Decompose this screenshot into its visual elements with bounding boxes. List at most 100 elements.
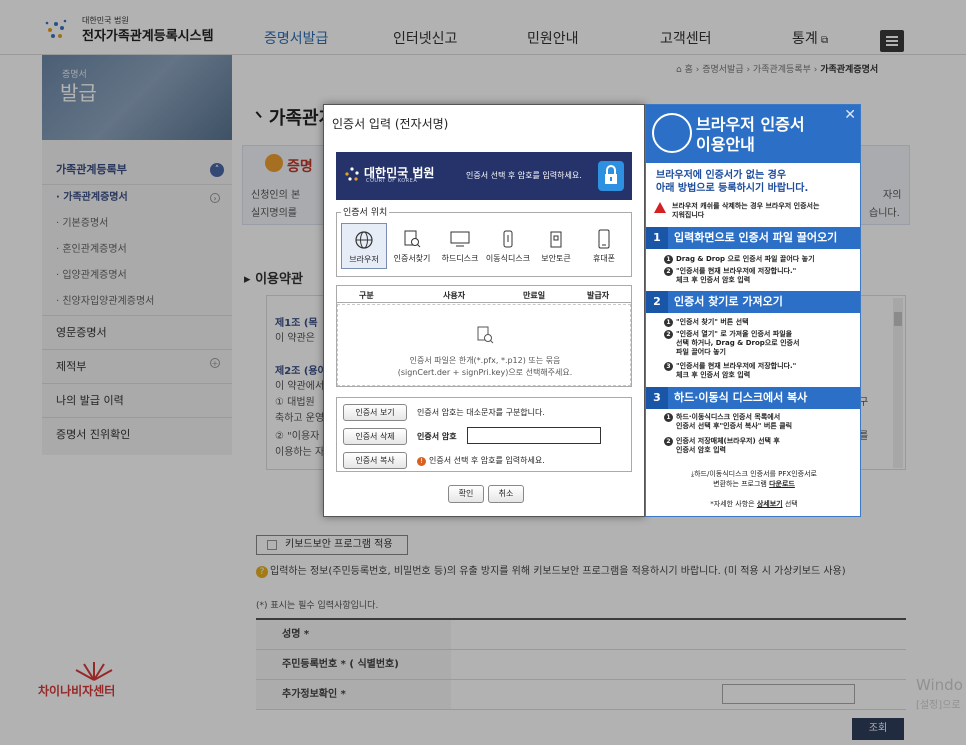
page: 대한민국 법원 전자가족관계등록시스템 증명서발급 인터넷신고 민원안내 고객센…: [0, 0, 966, 745]
guide-step-3a-line1: 하드·이동식디스크 인증서 목록에서: [676, 413, 781, 421]
location-label: 인증서찾기: [393, 254, 431, 263]
location-browser[interactable]: 브라우저: [341, 223, 387, 269]
phone-icon: [598, 229, 610, 249]
guide-header: 브라우저 인증서 이용안내 ✕: [646, 105, 860, 163]
location-cert-search[interactable]: 인증서찾기: [389, 223, 435, 269]
guide-step-1-title: 입력화면으로 인증서 파일 끌어오기: [674, 231, 838, 244]
guide-warning-line2: 지워집니다: [672, 211, 705, 219]
guide-step-1a: 1 Drag & Drop 으로 인증서 파일 끌어다 놓기: [664, 255, 815, 264]
detail-link[interactable]: 상세보기: [757, 500, 783, 508]
col-user: 사용자: [443, 291, 466, 300]
guide-step-2b-line1: "인증서 열기" 로 가져올 인증서 파일을: [676, 330, 793, 338]
guide-subtitle-line2: 아래 방법으로 등록하시기 바랍니다.: [656, 183, 809, 194]
guide-step-2: 2 인증서 찾기로 가져오기: [646, 291, 860, 313]
banner-message: 인증서 선택 후 암호를 입력하세요.: [466, 171, 582, 180]
court-logo-icon: [345, 167, 359, 181]
guide-step-2-title: 인증서 찾기로 가져오기: [674, 295, 783, 308]
col-issuer: 발급자: [587, 291, 610, 300]
guide-step-1b: 2 "인증서를 현재 브라우저에 저장합니다." 체크 후 인증서 암호 입력: [664, 267, 797, 285]
select-note: ! 인증서 선택 후 암호를 입력하세요.: [417, 455, 545, 466]
cert-action-area: 인증서 보기 인증서 암호는 대소문자를 구분합니다. 인증서 삭제 인증서 암…: [336, 397, 632, 472]
cert-list-table: 구분 사용자 만료일 발급자 인증서 파일은 한개(*.pfx, *.p12) …: [336, 285, 632, 387]
cert-password-input[interactable]: [467, 427, 601, 444]
monitor-icon: [450, 231, 470, 247]
drop-hint-line2: (signCert.der + signPri.key)으로 선택해주세요.: [397, 368, 573, 377]
copy-cert-button[interactable]: 인증서 복사: [343, 452, 407, 469]
location-label: 이동식디스크: [485, 254, 531, 263]
delete-cert-button[interactable]: 인증서 삭제: [343, 428, 407, 445]
guide-step-3b-line1: 인증서 저장매체(브라우저) 선택 후: [676, 437, 780, 445]
guide-step-1b-line2: 체크 후 인증서 암호 입력: [676, 276, 751, 284]
location-removable-disk[interactable]: 이동식디스크: [485, 223, 531, 269]
guide-step-2c-line2: 체크 후 인증서 암호 입력: [676, 371, 751, 379]
location-mobile[interactable]: 휴대폰: [581, 223, 627, 269]
cert-dialog: 인증서 입력 (전자서명) 대한민국 법원 COURT OF KOREA 인증서…: [323, 104, 645, 517]
guide-step-2b-line3: 파일 끌어다 놓기: [676, 348, 726, 356]
guide-download-note-2: 변환하는 프로그램 다운로드: [646, 479, 860, 489]
col-expiry: 만료일: [523, 291, 546, 300]
token-icon: [550, 231, 562, 248]
guide-warning: 브라우저 캐쉬를 삭제하는 경우 브라우저 인증서는 지워집니다: [654, 202, 854, 220]
guide-step-3-title: 하드·이동식 디스크에서 복사: [674, 391, 808, 404]
guide-more-text: *자세한 사항은: [710, 500, 755, 508]
guide-step-3a-line2: 인증서 선택 후"인증서 복사" 버튼 클릭: [676, 422, 793, 430]
globe-lock-icon: [652, 113, 692, 153]
cert-dialog-title: 인증서 입력 (전자서명): [332, 117, 449, 131]
guide-title-line1: 브라우저 인증서: [696, 115, 805, 134]
guide-more-note: *자세한 사항은 상세보기 선택: [646, 499, 860, 509]
guide-more-tail: 선택: [784, 500, 798, 508]
guide-subtitle-line1: 브라우저에 인증서가 없는 경우: [656, 170, 787, 181]
guide-title-line2: 이용안내: [696, 135, 755, 154]
usb-icon: [503, 230, 513, 248]
guide-step-2b-line2: 선택 하거나, Drag & Drop으로 인증서: [676, 339, 800, 347]
download-link[interactable]: 다운로드: [769, 480, 795, 488]
guide-title: 브라우저 인증서 이용안내: [696, 115, 805, 155]
cert-location-legend: 인증서 위치: [341, 205, 390, 218]
globe-icon: [355, 231, 373, 249]
guide-download-line2: 변환하는 프로그램: [713, 480, 767, 488]
guide-step-1a-text: Drag & Drop 으로 인증서 파일 끌어다 놓기: [676, 255, 815, 263]
guide-step-1: 1 입력화면으로 인증서 파일 끌어오기: [646, 227, 860, 249]
location-security-token[interactable]: 보안토큰: [533, 223, 579, 269]
browser-cert-guide: 브라우저 인증서 이용안내 ✕ 브라우저에 인증서가 없는 경우아래 방법으로 등…: [645, 104, 861, 517]
close-icon[interactable]: ✕: [844, 107, 856, 123]
guide-step-1b-line1: "인증서를 현재 브라우저에 저장합니다.": [676, 267, 797, 275]
password-label: 인증서 암호: [417, 432, 457, 441]
cert-file-icon: [477, 326, 494, 344]
case-note: 인증서 암호는 대소문자를 구분합니다.: [417, 408, 545, 417]
guide-warning-line1: 브라우저 캐쉬를 삭제하는 경우 브라우저 인증서는: [672, 202, 820, 210]
banner-org-en: COURT OF KOREA: [366, 178, 418, 184]
cert-location-group: 인증서 위치 브라우저 인증서찾기 하드디스크 이동식디스크 보안토큰 휴대폰: [336, 205, 632, 277]
location-hard-disk[interactable]: 하드디스크: [437, 223, 483, 269]
guide-step-2a: 1 "인증서 찾기" 버튼 선택: [664, 318, 749, 327]
ok-button[interactable]: 확인: [448, 485, 484, 503]
guide-step-2c-line1: "인증서를 현재 브라우저에 저장합니다.": [676, 362, 797, 370]
select-note-text: 인증서 선택 후 암호를 입력하세요.: [429, 456, 545, 465]
cert-list-header: 구분 사용자 만료일 발급자: [337, 286, 631, 303]
guide-warning-text: 브라우저 캐쉬를 삭제하는 경우 브라우저 인증서는 지워집니다: [672, 202, 854, 220]
guide-step-3b-line2: 인증서 암호 입력: [676, 446, 726, 454]
col-type: 구분: [359, 291, 374, 300]
cert-drop-zone[interactable]: 인증서 파일은 한개(*.pfx, *.p12) 또는 묶음 (signCert…: [337, 304, 631, 386]
location-label: 휴대폰: [592, 254, 616, 263]
guide-step-3: 3 하드·이동식 디스크에서 복사: [646, 387, 860, 409]
drop-hint-line1: 인증서 파일은 한개(*.pfx, *.p12) 또는 묶음: [409, 356, 561, 365]
view-cert-button[interactable]: 인증서 보기: [343, 404, 407, 421]
cert-banner: 대한민국 법원 COURT OF KOREA 인증서 선택 후 암호를 입력하세…: [336, 152, 632, 200]
guide-subtitle: 브라우저에 인증서가 없는 경우아래 방법으로 등록하시기 바랍니다.: [656, 169, 808, 195]
location-label: 브라우저: [349, 255, 379, 264]
warning-triangle-icon: [654, 202, 666, 213]
guide-step-2b: 2 "인증서 열기" 로 가져올 인증서 파일을 선택 하거나, Drag & Dr…: [664, 330, 800, 357]
guide-step-2a-text: "인증서 찾기" 버튼 선택: [676, 318, 749, 326]
guide-step-2c: 3 "인증서를 현재 브라우저에 저장합니다." 체크 후 인증서 암호 입력: [664, 362, 797, 380]
guide-download-note: ⤓하드/이동식디스크 인증서를 PFX인증서로: [646, 469, 860, 479]
cancel-button[interactable]: 취소: [488, 485, 524, 503]
guide-download-line1: 하드/이동식디스크 인증서를 PFX인증서로: [694, 470, 817, 478]
guide-step-3a: 1 하드·이동식디스크 인증서 목록에서 인증서 선택 후"인증서 복사" 버튼 클…: [664, 413, 793, 431]
warning-icon: !: [417, 457, 426, 466]
lock-icon: [598, 161, 624, 191]
location-label: 하드디스크: [441, 254, 479, 263]
guide-step-3b: 2 인증서 저장매체(브라우저) 선택 후 인증서 암호 입력: [664, 437, 780, 455]
cert-search-icon: [404, 230, 421, 248]
location-label: 보안토큰: [541, 254, 571, 263]
